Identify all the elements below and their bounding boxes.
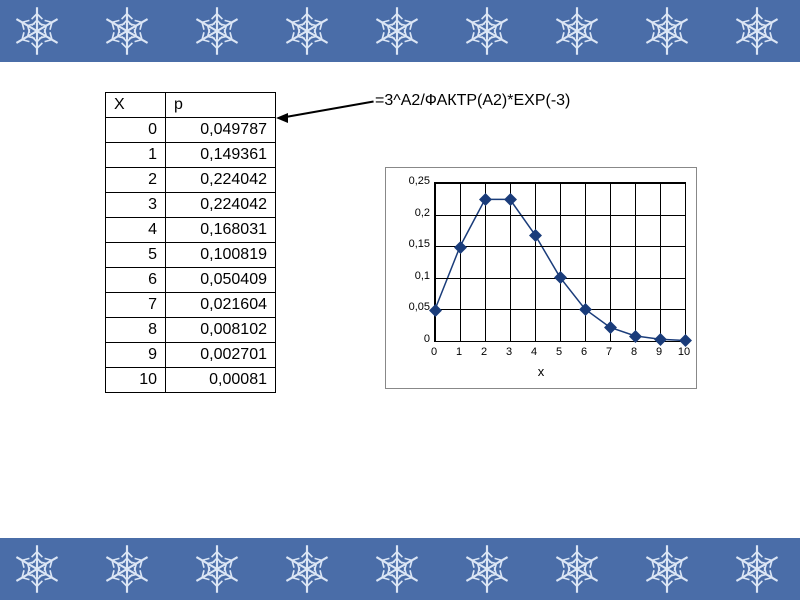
table-row: 50,100819 xyxy=(106,243,276,268)
table-row: 100,00081 xyxy=(106,368,276,393)
table-header-row: X p xyxy=(106,93,276,118)
decorative-band-top xyxy=(0,0,800,62)
table-row: 00,049787 xyxy=(106,118,276,143)
chart-x-tick-label: 9 xyxy=(649,346,669,358)
cell-p: 0,224042 xyxy=(166,193,276,218)
cell-p: 0,149361 xyxy=(166,143,276,168)
cell-p: 0,100819 xyxy=(166,243,276,268)
chart-y-tick-label: 0,05 xyxy=(390,301,430,313)
cell-p: 0,049787 xyxy=(166,118,276,143)
chart-gridline-v xyxy=(610,183,611,341)
cell-p: 0,021604 xyxy=(166,293,276,318)
cell-x: 8 xyxy=(106,318,166,343)
chart-x-axis-title: x xyxy=(386,364,696,379)
chart-gridline-v xyxy=(460,183,461,341)
table-row: 80,008102 xyxy=(106,318,276,343)
cell-p: 0,00081 xyxy=(166,368,276,393)
col-header-x: X xyxy=(106,93,166,118)
chart-gridline-h xyxy=(435,341,685,342)
chart-y-tick-label: 0 xyxy=(390,333,430,345)
chart-gridline-v xyxy=(435,183,436,341)
chart-x-tick-label: 5 xyxy=(549,346,569,358)
chart-gridline-v xyxy=(485,183,486,341)
cell-formula: =3^A2/ФАКТР(A2)*EXP(-3) xyxy=(375,92,570,110)
chart-gridline-v xyxy=(660,183,661,341)
table-row: 40,168031 xyxy=(106,218,276,243)
chart-x-tick-label: 8 xyxy=(624,346,644,358)
snowflake-icon xyxy=(10,4,64,58)
chart: x 00,050,10,150,20,25012345678910 xyxy=(385,167,697,389)
chart-y-tick-label: 0,15 xyxy=(390,238,430,250)
cell-p: 0,168031 xyxy=(166,218,276,243)
chart-gridline-v xyxy=(685,183,686,341)
cell-x: 0 xyxy=(106,118,166,143)
cell-x: 10 xyxy=(106,368,166,393)
snowflake-icon xyxy=(730,4,784,58)
chart-gridline-v xyxy=(510,183,511,341)
cell-p: 0,002701 xyxy=(166,343,276,368)
cell-x: 5 xyxy=(106,243,166,268)
chart-x-tick-label: 2 xyxy=(474,346,494,358)
chart-x-tick-label: 6 xyxy=(574,346,594,358)
snowflake-icon xyxy=(10,542,64,596)
snowflake-icon xyxy=(280,542,334,596)
cell-x: 7 xyxy=(106,293,166,318)
cell-x: 6 xyxy=(106,268,166,293)
snowflake-icon xyxy=(190,4,244,58)
chart-y-tick-label: 0,1 xyxy=(390,270,430,282)
chart-gridline-v xyxy=(560,183,561,341)
table-row: 70,021604 xyxy=(106,293,276,318)
chart-gridline-v xyxy=(535,183,536,341)
snowflake-icon xyxy=(550,4,604,58)
snowflake-icon xyxy=(640,542,694,596)
arrow-icon xyxy=(280,101,374,119)
snowflake-icon xyxy=(640,4,694,58)
cell-x: 2 xyxy=(106,168,166,193)
cell-p: 0,008102 xyxy=(166,318,276,343)
table-row: 30,224042 xyxy=(106,193,276,218)
chart-x-tick-label: 7 xyxy=(599,346,619,358)
snowflake-icon xyxy=(370,4,424,58)
cell-x: 4 xyxy=(106,218,166,243)
chart-gridline-v xyxy=(585,183,586,341)
decorative-band-bottom xyxy=(0,538,800,600)
table-row: 90,002701 xyxy=(106,343,276,368)
snowflake-icon xyxy=(550,542,604,596)
chart-y-tick-label: 0,25 xyxy=(390,175,430,187)
snowflake-icon xyxy=(190,542,244,596)
snowflake-icon xyxy=(460,4,514,58)
chart-gridline-v xyxy=(635,183,636,341)
cell-p: 0,224042 xyxy=(166,168,276,193)
slide-content: X p 00,04978710,14936120,22404230,224042… xyxy=(0,62,800,538)
chart-x-tick-label: 0 xyxy=(424,346,444,358)
chart-x-tick-label: 3 xyxy=(499,346,519,358)
snowflake-icon xyxy=(280,4,334,58)
data-table: X p 00,04978710,14936120,22404230,224042… xyxy=(105,92,276,393)
chart-y-tick-label: 0,2 xyxy=(390,207,430,219)
snowflake-icon xyxy=(100,542,154,596)
snowflake-icon xyxy=(370,542,424,596)
table-row: 20,224042 xyxy=(106,168,276,193)
col-header-p: p xyxy=(166,93,276,118)
snowflake-icon xyxy=(100,4,154,58)
chart-x-tick-label: 1 xyxy=(449,346,469,358)
cell-x: 1 xyxy=(106,143,166,168)
snowflake-icon xyxy=(730,542,784,596)
cell-p: 0,050409 xyxy=(166,268,276,293)
cell-x: 9 xyxy=(106,343,166,368)
arrow-head-icon xyxy=(276,113,288,123)
snowflake-icon xyxy=(460,542,514,596)
table-row: 60,050409 xyxy=(106,268,276,293)
chart-x-tick-label: 10 xyxy=(674,346,694,358)
table-row: 10,149361 xyxy=(106,143,276,168)
chart-plot-area xyxy=(434,182,686,342)
chart-x-tick-label: 4 xyxy=(524,346,544,358)
cell-x: 3 xyxy=(106,193,166,218)
